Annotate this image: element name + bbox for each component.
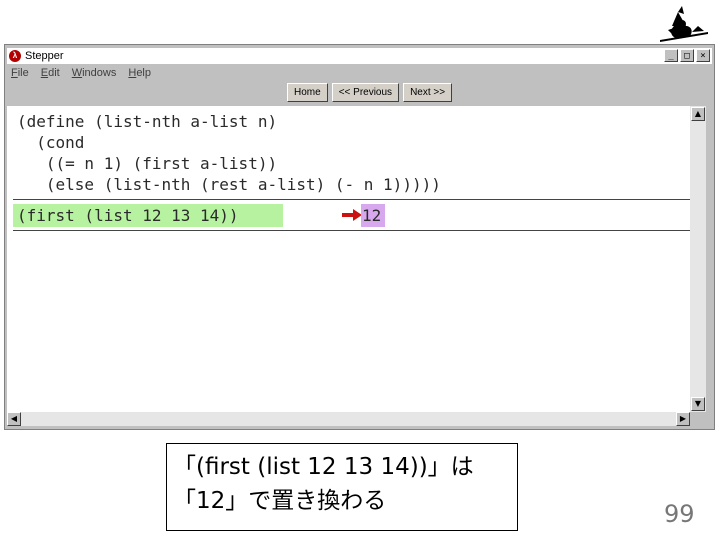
menu-help[interactable]: Help (128, 65, 151, 81)
code-line: ((= n 1) (first a-list)) (17, 154, 278, 173)
code-line: (cond (17, 133, 85, 152)
stepper-window: λ Stepper _ □ × File Edit Windows Help H… (4, 44, 715, 430)
result-value: 12 (362, 206, 382, 225)
racket-lambda-icon: λ (9, 50, 21, 62)
code-line: (else (list-nth (rest a-list) (- n 1))))… (17, 175, 441, 194)
home-button[interactable]: Home (287, 83, 328, 102)
menu-bar: File Edit Windows Help (11, 65, 151, 81)
menu-windows[interactable]: Windows (72, 65, 117, 81)
separator (13, 230, 691, 231)
red-arrow-icon (342, 209, 362, 221)
witch-on-broom-icon (660, 6, 708, 42)
page-number: 99 (664, 500, 695, 528)
menu-edit[interactable]: Edit (41, 65, 60, 81)
previous-button[interactable]: << Previous (331, 83, 400, 102)
close-button[interactable]: × (696, 49, 710, 62)
redex-expression: (first (list 12 13 14)) (17, 206, 239, 225)
horizontal-scrollbar[interactable]: ◀ ▶ (7, 412, 690, 426)
minimize-button[interactable]: _ (664, 49, 678, 62)
scroll-right-icon[interactable]: ▶ (676, 412, 690, 426)
separator (13, 199, 691, 200)
stepper-content[interactable]: (define (list-nth a-list n) (cond ((= n … (7, 106, 691, 412)
vertical-scrollbar[interactable]: ▲ ▼ (690, 106, 706, 412)
maximize-button[interactable]: □ (680, 49, 694, 62)
caption-line: 「(first (list 12 13 14))」は (173, 454, 474, 480)
next-button[interactable]: Next >> (403, 83, 453, 102)
stepper-nav: Home << Previous Next >> (287, 83, 453, 102)
code-line: (define (list-nth a-list n) (17, 112, 278, 131)
scroll-up-icon[interactable]: ▲ (691, 107, 705, 121)
caption-line: 「12」で置き換わる (173, 488, 387, 514)
caption-box: 「(first (list 12 13 14))」は 「12」で置き換わる (166, 443, 518, 531)
window-title: Stepper (25, 50, 64, 62)
title-bar[interactable]: λ Stepper _ □ × (7, 48, 712, 64)
scroll-left-icon[interactable]: ◀ (7, 412, 21, 426)
definition-code: (define (list-nth a-list n) (cond ((= n … (17, 111, 441, 195)
scroll-down-icon[interactable]: ▼ (691, 397, 705, 411)
menu-file[interactable]: File (11, 65, 29, 81)
